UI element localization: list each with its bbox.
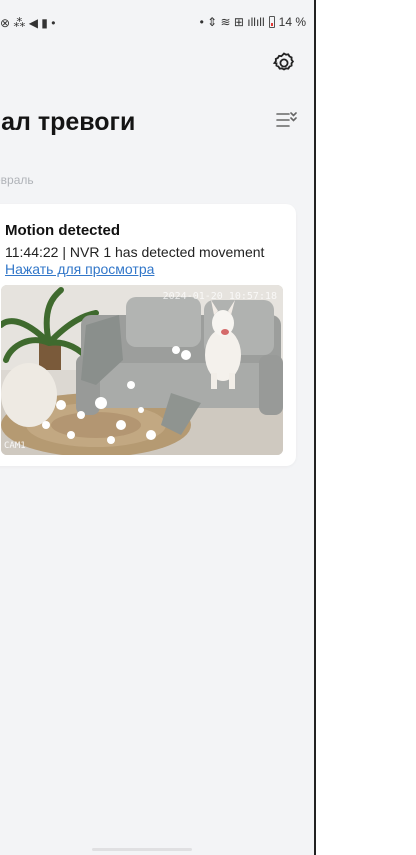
snapshot-camera-label: CAM1 <box>4 441 26 451</box>
status-bar: ⊗ ⁂ ◀ ▮ • • ⇕ ≋ ⊞ ıllıll 14 % <box>0 0 314 46</box>
gear-icon[interactable] <box>272 51 296 75</box>
month-label: евраль <box>0 173 34 187</box>
page-title: нал тревоги <box>0 108 136 136</box>
event-title: Motion detected <box>5 222 120 239</box>
filter-list-icon[interactable] <box>275 111 297 129</box>
event-snapshot[interactable]: 2024-01-20 10:57:18 CAM1 <box>1 285 283 455</box>
status-right-icons: • ⇕ ≋ ⊞ ıllıll 14 % <box>200 15 306 29</box>
home-indicator <box>92 848 192 851</box>
event-description: 11:44:22 | NVR 1 has detected movement <box>5 244 265 260</box>
battery-percent: 14 % <box>278 15 306 29</box>
signal-icons: • ⇕ ≋ ⊞ ıllıll <box>199 15 265 29</box>
battery-icon <box>268 16 275 28</box>
snapshot-image <box>1 285 283 455</box>
app-screen: ⊗ ⁂ ◀ ▮ • • ⇕ ≋ ⊞ ıllıll 14 % нал тревог… <box>0 0 316 855</box>
view-link[interactable]: Нажать для просмотра <box>5 261 154 277</box>
snapshot-timestamp: 2024-01-20 10:57:18 <box>162 291 277 302</box>
notification-icons: ⊗ ⁂ ◀ ▮ • <box>0 16 56 30</box>
status-left-icons: ⊗ ⁂ ◀ ▮ • <box>0 16 55 30</box>
event-card[interactable]: Motion detected 11:44:22 | NVR 1 has det… <box>0 204 296 466</box>
